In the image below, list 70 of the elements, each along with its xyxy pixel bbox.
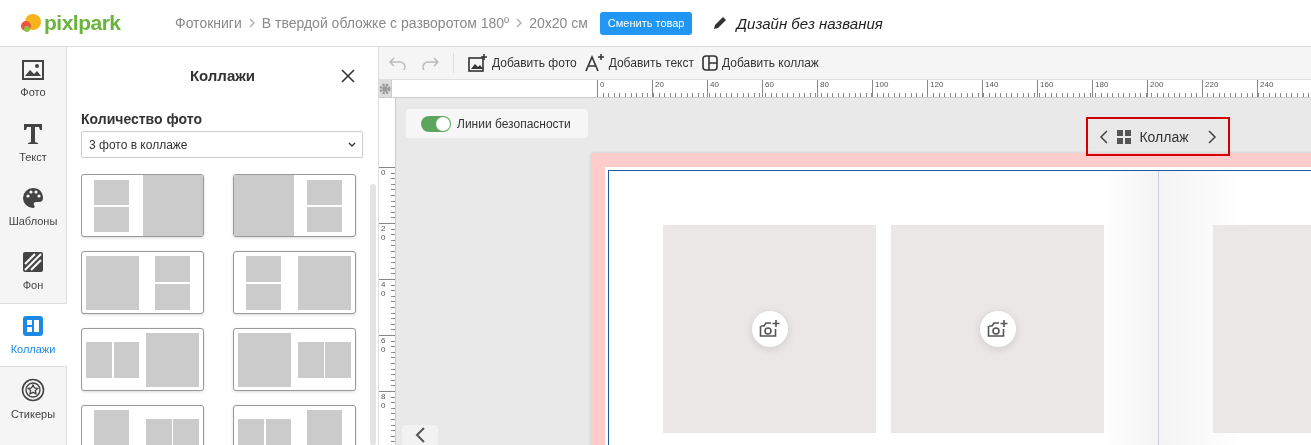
collage-layout-thumbnail[interactable] (233, 174, 356, 237)
breadcrumb-link[interactable]: Фотокниги (175, 15, 242, 31)
collage-layout-thumbnail[interactable] (81, 328, 204, 391)
collage-layout-thumbnail[interactable] (233, 251, 356, 314)
ruler-label: 100 (872, 80, 927, 97)
image-icon (22, 60, 44, 80)
logo-icon (20, 13, 42, 33)
scrollbar[interactable] (370, 184, 376, 445)
ruler-label: 140 (982, 80, 1037, 97)
ruler-label: 40 (381, 280, 386, 298)
collage-icon (22, 315, 44, 337)
sidebar-item[interactable]: Шаблоны (0, 175, 67, 239)
ruler-label: 60 (762, 80, 817, 97)
ruler-label: 200 (1147, 80, 1202, 97)
ruler-label: 120 (927, 80, 982, 97)
ruler-label: 40 (707, 80, 762, 97)
chevron-left-icon[interactable] (1099, 129, 1110, 144)
chevron-icon (247, 17, 256, 29)
sidebar-item[interactable]: Текст (0, 111, 67, 175)
pencil-icon[interactable] (712, 15, 729, 31)
breadcrumb-link[interactable]: В твердой обложке с разворотом 180º (261, 15, 510, 31)
collapse-button[interactable] (402, 425, 438, 445)
sidebar-item[interactable]: Фото (0, 47, 67, 111)
safety-lines-toggle[interactable]: Линии безопасности (406, 109, 588, 138)
chevron-left-icon (414, 427, 426, 443)
collage-layout-thumbnail[interactable] (81, 251, 204, 314)
camera-plus-icon (758, 319, 781, 339)
ruler-label: 80 (381, 392, 386, 410)
ruler-label: 160 (1037, 80, 1092, 97)
ruler-label: 180 (1092, 80, 1147, 97)
close-icon[interactable] (341, 69, 355, 83)
palette-icon (22, 187, 44, 209)
add-image-icon (468, 54, 488, 72)
ruler-label: 20 (652, 80, 707, 97)
chevron-icon (515, 17, 524, 29)
breadcrumb-link[interactable]: 20x20 см (529, 15, 588, 31)
toggle-switch[interactable] (421, 115, 451, 132)
design-title[interactable]: Дизайн без названия (736, 14, 883, 32)
toolbar-button[interactable]: Добавить коллаж (702, 55, 819, 71)
collage-label[interactable]: Коллаж (1139, 128, 1189, 145)
collage-layout-thumbnail[interactable] (233, 328, 356, 391)
dropdown-caret-icon (348, 141, 356, 148)
add-photo-button[interactable] (751, 311, 788, 347)
ruler-label: 20 (381, 224, 386, 242)
photo-count-select[interactable]: 3 фото в коллаже (81, 131, 363, 158)
photo-count-label: Количество фото (81, 111, 203, 127)
collage-layout-thumbnail[interactable] (81, 174, 204, 237)
toolbar-button[interactable]: Добавить текст (584, 54, 694, 72)
chevron-right-icon[interactable] (1206, 129, 1217, 144)
add-photo-button[interactable] (979, 311, 1016, 347)
add-text-icon (584, 54, 605, 72)
ruler-label: 60 (381, 336, 386, 354)
letter-t-icon (23, 123, 43, 145)
panel-title: Коллажи (189, 66, 256, 84)
redo-icon[interactable] (421, 56, 439, 70)
ruler-label: 80 (817, 80, 872, 97)
camera-plus-icon (986, 319, 1009, 339)
undo-icon[interactable] (389, 56, 407, 70)
stripes-icon (22, 251, 44, 273)
ruler-label: 220 (1202, 80, 1257, 97)
settings-icon[interactable] (379, 82, 391, 95)
sidebar-item[interactable]: Коллажи (0, 303, 67, 367)
sidebar-item[interactable]: Стикеры (0, 367, 67, 431)
layout-icon (702, 55, 718, 71)
toolbar-button[interactable]: Добавить фото (468, 54, 577, 72)
sticker-icon (21, 378, 45, 402)
ruler-label: 0 (597, 80, 652, 97)
ruler-label: 0 (381, 168, 386, 177)
ruler-label: 240 (1257, 80, 1311, 97)
grid-icon (1117, 129, 1132, 144)
